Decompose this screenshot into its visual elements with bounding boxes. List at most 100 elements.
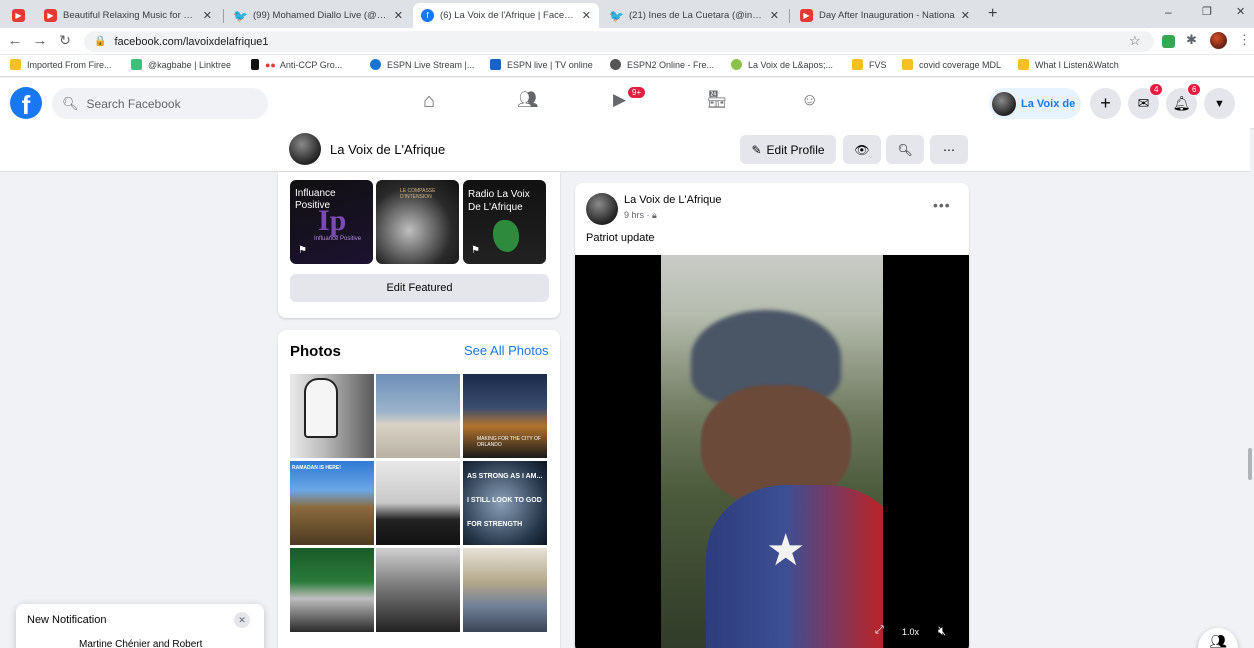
twitter-icon: 🐦 — [609, 8, 624, 23]
youtube-icon: ▶ — [12, 9, 25, 22]
search-icon: 🔍︎ — [897, 142, 913, 157]
video-player[interactable]: ★ ⤢ 1.0x 🔇︎ — [575, 255, 969, 648]
address-bar[interactable]: 🔒 facebook.com/lavoixdelafrique1 ☆ — [84, 31, 1154, 52]
url-text: facebook.com/lavoixdelafrique1 — [114, 35, 269, 48]
close-tab-icon[interactable]: ✕ — [203, 9, 212, 22]
search-input[interactable]: 🔍︎ Search Facebook — [52, 88, 268, 119]
bookmark-item[interactable]: Imported From Fire... — [10, 59, 112, 70]
edit-profile-button[interactable]: ✎ Edit Profile — [740, 135, 836, 164]
notification-title: New Notification — [27, 614, 107, 626]
kebab-menu-icon[interactable]: ⋮ — [1238, 32, 1251, 48]
bookmark-item[interactable]: @kagbabe | Linktree — [131, 59, 231, 70]
puzzle-icon[interactable]: ✱ — [1186, 32, 1197, 48]
pencil-icon: ✎ — [751, 142, 762, 157]
photo-thumbnail[interactable]: AS STRONG AS I AM... I STILL LOOK TO GOD… — [463, 461, 547, 545]
search-icon: 🔍︎ — [62, 95, 79, 111]
close-tab-icon[interactable]: ✕ — [770, 9, 779, 22]
restore-button[interactable]: ❐ — [1202, 5, 1212, 18]
featured-item[interactable]: LE COMPASSE D'INTENSION — [376, 180, 459, 264]
profile-chip-label: La Voix de — [1021, 97, 1076, 110]
featured-item[interactable]: Influance Positive Ip Influance Positive… — [290, 180, 373, 264]
tab-title: (6) La Voix de l'Afrique | Faceboo — [440, 10, 576, 21]
folder-icon — [852, 59, 863, 70]
post-author[interactable]: La Voix de L'Afrique — [624, 194, 722, 206]
browser-tab[interactable]: 🐦 (21) Ines de La Cuetara (@inesd ✕ — [602, 3, 787, 28]
fullscreen-icon[interactable]: ⤢ — [875, 624, 884, 637]
bookmark-item[interactable]: ●● Anti-CCP Gro... — [251, 59, 342, 70]
browser-tab-pinned[interactable]: ▶ — [4, 3, 34, 28]
post-more-options-icon[interactable]: ••• — [933, 197, 951, 213]
create-plus-button[interactable]: + — [1090, 88, 1121, 119]
close-tab-icon[interactable]: ✕ — [394, 9, 403, 22]
page-search-button[interactable]: 🔍︎ — [886, 135, 924, 164]
featured-title: LE COMPASSE D'INTENSION — [400, 188, 436, 200]
home-icon[interactable]: ⌂ — [423, 90, 435, 113]
browser-tab[interactable]: ▶ Day After Inauguration - Nationa ✕ — [792, 3, 978, 28]
edit-featured-button[interactable]: Edit Featured — [290, 274, 549, 302]
watch-badge: 9+ — [627, 86, 647, 99]
photo-thumbnail[interactable] — [376, 461, 460, 545]
minimize-button[interactable]: – — [1165, 5, 1172, 19]
close-icon[interactable]: ✕ — [234, 612, 250, 628]
window-close-button[interactable]: ✕ — [1236, 5, 1245, 18]
browser-tab-active[interactable]: f (6) La Voix de l'Afrique | Faceboo ✕ — [413, 3, 599, 28]
account-menu-caret-icon[interactable]: ▼ — [1204, 88, 1235, 119]
browser-tab-strip: ▶ ▶ Beautiful Relaxing Music for Stre ✕ … — [0, 0, 1254, 28]
notification-body: Martine Chénier and Robert — [79, 639, 203, 648]
bookmark-folder[interactable]: covid coverage MDL — [902, 59, 1001, 70]
browser-tab[interactable]: 🐦 (99) Mohamed Diallo Live (@Mo ✕ — [226, 3, 411, 28]
bookmark-folder[interactable]: What I Listen&Watch — [1018, 59, 1119, 70]
view-as-button[interactable]: 👁︎ — [843, 135, 881, 164]
linktree-icon — [131, 59, 142, 70]
mute-icon[interactable]: 🔇︎ — [938, 623, 946, 639]
friends-icon[interactable]: 👥︎ — [517, 90, 539, 110]
bookmark-item[interactable]: ESPN Live Stream |... — [370, 59, 474, 70]
eye-icon: 👁︎ — [854, 142, 870, 157]
browser-tab[interactable]: ▶ Beautiful Relaxing Music for Stre ✕ — [36, 3, 220, 28]
site-icon — [731, 59, 742, 70]
post-timestamp[interactable]: 9 hrs · 🔒︎ — [624, 210, 657, 221]
lock-icon: 🔒 — [94, 36, 107, 47]
forward-arrow-icon[interactable]: → — [30, 32, 50, 49]
scrollbar-thumb[interactable] — [1248, 448, 1252, 480]
bookmark-folder[interactable]: FVS — [852, 59, 887, 70]
close-tab-icon[interactable]: ✕ — [961, 9, 970, 22]
photo-thumbnail[interactable]: RAMADAN IS HERE! — [290, 461, 374, 545]
more-options-button[interactable]: ⋯ — [930, 135, 968, 164]
bookmark-item[interactable]: La Voix de L&apos;... — [731, 59, 833, 70]
featured-item[interactable]: Radio La Voix De L'Afrique ⚑ — [463, 180, 546, 264]
tab-title: Beautiful Relaxing Music for Stre — [63, 10, 197, 21]
notifications-badge: 6 — [1187, 83, 1202, 96]
flag-icon — [251, 59, 259, 70]
photo-thumbnail[interactable] — [463, 548, 547, 632]
groups-icon[interactable]: ☺︎ — [801, 90, 818, 110]
photo-thumbnail[interactable] — [376, 548, 460, 632]
post-card: La Voix de L'Afrique 9 hrs · 🔒︎ ••• Patr… — [575, 183, 969, 648]
watch-icon[interactable]: ▶︎ — [613, 90, 626, 110]
facebook-logo-icon[interactable]: f — [10, 87, 42, 119]
notification-toast[interactable]: New Notification ✕ Martine Chénier and R… — [16, 604, 264, 648]
extension-icon[interactable] — [1162, 35, 1175, 48]
bookmark-star-icon[interactable]: ☆ — [1129, 33, 1141, 49]
post-author-avatar[interactable] — [586, 193, 618, 225]
folder-icon — [902, 59, 913, 70]
page-avatar[interactable] — [289, 133, 321, 165]
marketplace-icon[interactable]: 🏪︎ — [706, 90, 728, 110]
see-all-photos-link[interactable]: See All Photos — [464, 343, 549, 358]
browser-profile-avatar[interactable] — [1210, 32, 1227, 49]
photo-thumbnail[interactable]: MAKING FOR THE CITY OF ORLANDO — [463, 374, 547, 458]
bookmark-item[interactable]: ESPN live | TV online — [490, 59, 593, 70]
facebook-header: f 🔍︎ Search Facebook ⌂ 👥︎ ▶︎ 9+ 🏪︎ ☺︎ La… — [0, 78, 1254, 128]
playback-speed[interactable]: 1.0x — [902, 627, 919, 637]
contacts-icon[interactable]: 👥︎ — [1198, 628, 1238, 648]
reload-icon[interactable]: ↻ — [55, 32, 75, 49]
profile-chip[interactable]: La Voix de — [989, 88, 1081, 119]
photo-thumbnail[interactable] — [376, 374, 460, 458]
back-arrow-icon[interactable]: ← — [5, 32, 25, 49]
photo-thumbnail[interactable] — [290, 374, 374, 458]
alert-emoji-icon: ●● — [265, 59, 276, 70]
photo-thumbnail[interactable] — [290, 548, 374, 632]
new-tab-button[interactable]: + — [988, 5, 997, 23]
bookmark-item[interactable]: ESPN2 Online - Fre... — [610, 59, 714, 70]
close-tab-icon[interactable]: ✕ — [582, 9, 591, 22]
